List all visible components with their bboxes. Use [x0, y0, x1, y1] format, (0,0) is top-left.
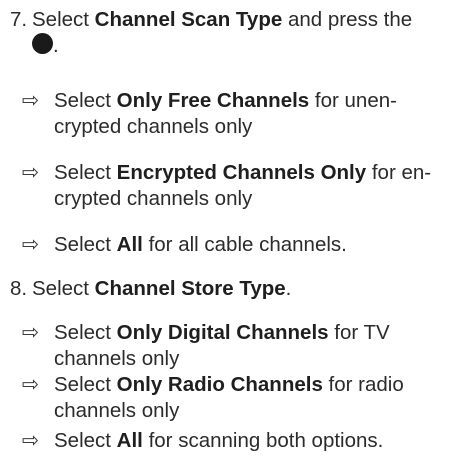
- manual-page: { "steps": [ { "number": "7.", "pre": "S…: [0, 0, 473, 459]
- step-text: Select Channel Scan Type and press the .: [32, 8, 413, 57]
- arrow-icon: ⇨: [22, 373, 40, 396]
- step-7-option-1: ⇨ Select Only Free Channels for unen- cr…: [22, 88, 469, 140]
- arrow-icon: ⇨: [22, 89, 40, 112]
- step-8-option-3: ⇨ Select All for scanning both options.: [22, 428, 469, 454]
- option-text: Select All for all cable channels.: [54, 233, 347, 256]
- menu-option-name: Channel Scan Type: [94, 8, 283, 31]
- step-7-option-3: ⇨ Select All for all cable channels.: [22, 232, 469, 258]
- step-8-option-1: ⇨ Select Only Digital Channels for TV ch…: [22, 320, 469, 372]
- option-text: Select All for scanning both options.: [54, 429, 384, 452]
- arrow-icon: ⇨: [22, 161, 40, 184]
- step-number: 8.: [10, 277, 28, 300]
- menu-option-name: Channel Store Type: [94, 277, 286, 300]
- step-7-option-2: ⇨ Select Encrypted Channels Only for en-…: [22, 160, 469, 212]
- option-text: Select Only Radio Channels for radio cha…: [54, 373, 404, 422]
- option-text: Select Only Digital Channels for TV chan…: [54, 321, 390, 370]
- arrow-icon: ⇨: [22, 429, 40, 452]
- step-number: 7.: [10, 8, 28, 31]
- option-text: Select Encrypted Channels Only for en- c…: [54, 161, 432, 210]
- step-8-option-2: ⇨ Select Only Radio Channels for radio c…: [22, 372, 469, 424]
- arrow-icon: ⇨: [22, 233, 40, 256]
- arrow-icon: ⇨: [22, 321, 40, 344]
- step-text: Select Channel Store Type.: [32, 277, 292, 300]
- option-text: Select Only Free Channels for unen- cryp…: [54, 89, 397, 138]
- ok-button-icon: [32, 33, 53, 54]
- step-7: 7. Select Channel Scan Type and press th…: [10, 7, 469, 59]
- step-8: 8. Select Channel Store Type.: [10, 276, 469, 302]
